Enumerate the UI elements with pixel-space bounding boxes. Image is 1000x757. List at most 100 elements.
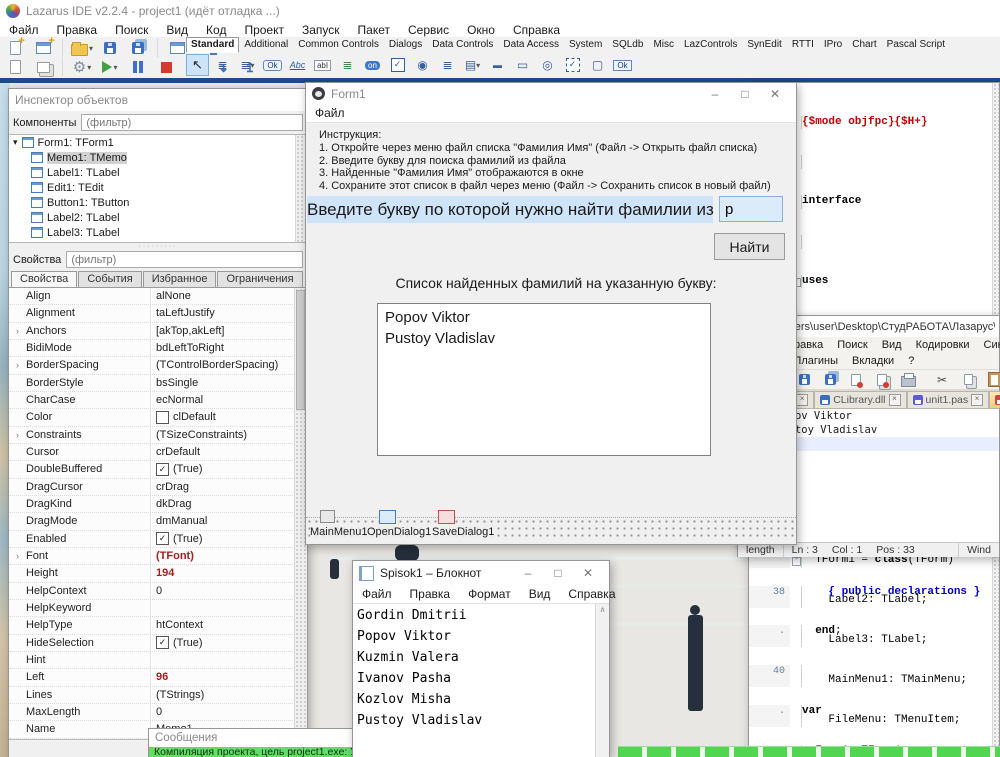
cut-icon[interactable]: ✂ [931, 370, 953, 390]
property-row[interactable]: HideSelection✓(True) [9, 635, 307, 652]
letter-input[interactable] [719, 196, 783, 222]
cursor-icon[interactable]: ↖ [186, 54, 209, 76]
expand-icon[interactable]: › [9, 360, 26, 370]
tbutton-icon[interactable]: Ok [261, 54, 284, 76]
tree-item-memo1[interactable]: Memo1: TMemo [9, 150, 307, 165]
menu-run[interactable]: Запуск [293, 21, 349, 39]
expand-icon[interactable]: › [9, 430, 26, 440]
tab-events[interactable]: События [78, 271, 141, 287]
palette-tab-rtti[interactable]: RTTI [787, 37, 819, 53]
menu-package[interactable]: Пакет [349, 21, 399, 39]
pause-icon[interactable] [127, 57, 149, 77]
property-row[interactable]: HelpKeyword [9, 600, 307, 617]
property-row[interactable]: DragKinddkDrag [9, 496, 307, 513]
palette-tab-pascal-script[interactable]: Pascal Script [882, 37, 950, 53]
notepad-menu-view[interactable]: Вид [520, 585, 560, 603]
tpanel-icon[interactable]: ▢ [586, 54, 609, 76]
property-row[interactable]: HelpContext0 [9, 583, 307, 600]
tcheckgroup-icon[interactable]: ✓ [561, 54, 584, 76]
tab-spisok2[interactable]: Spisok2× [989, 391, 1000, 408]
property-row[interactable]: CursorcrDefault [9, 444, 307, 461]
palette-tab-dialogs[interactable]: Dialogs [384, 37, 427, 53]
palette-tab-standard[interactable]: Standard [186, 37, 239, 53]
checkbox-icon[interactable]: ✓ [156, 636, 169, 649]
tmemo-icon[interactable]: ≣ [336, 54, 359, 76]
menu-view[interactable]: Вид [157, 21, 197, 39]
menu-edit[interactable]: Правка [48, 21, 107, 39]
tree-item-form1[interactable]: ▾ Form1: TForm1 [9, 135, 307, 150]
minimize-icon[interactable]: – [513, 563, 543, 583]
notepad-menu-file[interactable]: Файл [353, 585, 401, 603]
tpopupmenu-icon[interactable]: ≣▾ [236, 54, 259, 76]
tree-item-label1[interactable]: Label1: TLabel [9, 165, 307, 180]
new-unit-icon[interactable] [4, 38, 26, 58]
close-tab-icon[interactable]: × [796, 394, 808, 406]
source-editor-bottom[interactable]: 38 { public declarations } . end; 40 .va… [749, 559, 999, 757]
menu-tools[interactable]: Сервис [399, 21, 458, 39]
property-row[interactable]: ›Constraints(TSizeConstraints) [9, 427, 307, 444]
property-row[interactable]: DoubleBuffered✓(True) [9, 461, 307, 478]
close-icon[interactable] [845, 370, 867, 390]
menu-code[interactable]: Код [197, 21, 235, 39]
property-row[interactable]: CharCaseecNormal [9, 392, 307, 409]
opendialog-component-icon[interactable] [379, 510, 396, 524]
maximize-icon[interactable]: □ [730, 84, 760, 104]
tab-properties[interactable]: Свойства [11, 271, 77, 287]
notepad-scrollbar[interactable]: ∧ [595, 604, 609, 757]
tlabel-icon[interactable]: Abc [286, 54, 309, 76]
npp-menu-help[interactable]: ? [901, 353, 921, 369]
tab-favorites[interactable]: Избранное [143, 271, 217, 287]
property-row[interactable]: ›BorderSpacing(TControlBorderSpacing) [9, 357, 307, 374]
tscrollbar-icon[interactable]: ▬ [486, 54, 509, 76]
form1-titlebar[interactable]: Form1 – □ ✕ [306, 83, 796, 104]
form1-menu-file[interactable]: Файл [306, 104, 354, 122]
components-filter-input[interactable] [81, 114, 303, 131]
print-icon[interactable] [897, 370, 919, 390]
tree-item-edit1[interactable]: Edit1: TEdit [9, 180, 307, 195]
npp-menu-view[interactable]: Вид [875, 337, 909, 353]
ttogglebox-icon[interactable]: on [361, 54, 384, 76]
find-button[interactable]: Найти [714, 233, 785, 260]
tcombobox-icon[interactable]: ▤▾ [461, 54, 484, 76]
expand-icon[interactable]: › [9, 326, 26, 336]
property-row[interactable]: AlignalNone [9, 288, 307, 305]
property-row[interactable]: DragCursorcrDrag [9, 479, 307, 496]
property-row[interactable]: Left96 [9, 669, 307, 686]
notepad-menu-help[interactable]: Справка [559, 585, 624, 603]
palette-tab-ipro[interactable]: IPro [819, 37, 847, 53]
tree-item-label2[interactable]: Label2: TLabel [9, 210, 307, 225]
property-row[interactable]: AlignmenttaLeftJustify [9, 305, 307, 322]
tradiogroup-icon[interactable]: ◎ [536, 54, 559, 76]
menu-window[interactable]: Окно [458, 21, 504, 39]
toggle-form-unit-icon[interactable] [166, 38, 188, 58]
notepad-textarea[interactable]: Gordin Dmitrii Popov Viktor Kuzmin Valer… [353, 604, 609, 757]
palette-tab-chart[interactable]: Chart [847, 37, 881, 53]
open-icon[interactable]: ▾ [71, 38, 93, 58]
tab-clibrary-dll[interactable]: CLibrary.dll× [814, 391, 906, 408]
property-row[interactable]: Height194 [9, 565, 307, 582]
npp-menu-tabs[interactable]: Вкладки [845, 353, 901, 369]
scroll-up-icon[interactable]: ∧ [596, 604, 609, 616]
copy-icon[interactable] [957, 370, 979, 390]
npp-menu-language[interactable]: Синтаксисы [977, 337, 1000, 353]
checkbox-icon[interactable]: ✓ [156, 532, 169, 545]
property-row[interactable]: Lines(TStrings) [9, 687, 307, 704]
maximize-icon[interactable]: □ [543, 563, 573, 583]
stop-icon[interactable] [155, 57, 177, 77]
properties-filter-input[interactable] [66, 251, 303, 268]
property-row[interactable]: ›Font(TFont) [9, 548, 307, 565]
tree-item-button1[interactable]: Button1: TButton [9, 195, 307, 210]
close-tab-icon[interactable]: × [971, 394, 983, 406]
property-row[interactable]: Hint [9, 652, 307, 669]
tree-item-label3[interactable]: Label3: TLabel [9, 225, 307, 240]
npp-menu-search[interactable]: Поиск [830, 337, 874, 353]
checkbox-icon[interactable]: ✓ [156, 463, 169, 476]
property-row[interactable]: ›Anchors[akTop,akLeft] [9, 323, 307, 340]
mainmenu-component-icon[interactable] [320, 510, 335, 523]
new-page-icon[interactable] [4, 57, 26, 77]
property-row[interactable]: ColorclDefault [9, 409, 307, 426]
tcheckbox-icon[interactable]: ✓ [386, 54, 409, 76]
save-all-icon[interactable] [819, 370, 841, 390]
close-icon[interactable]: ✕ [573, 563, 603, 583]
palette-tab-sqldb[interactable]: SQLdb [607, 37, 648, 53]
